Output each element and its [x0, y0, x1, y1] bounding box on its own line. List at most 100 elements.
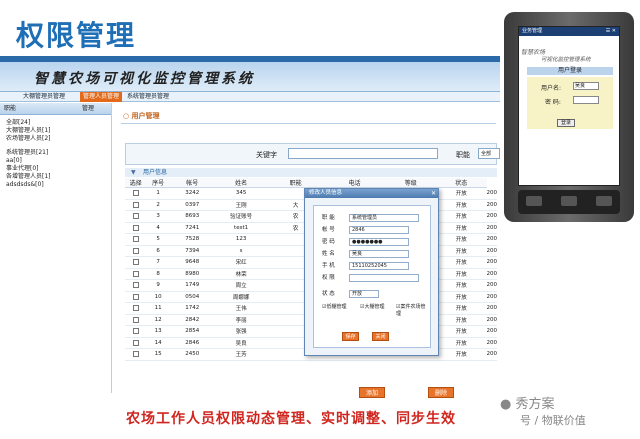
col-select: 选择: [125, 178, 147, 188]
row-checkbox[interactable]: [132, 259, 139, 265]
row-status: 开放: [435, 233, 487, 246]
section-header: ▼ 用户信息: [125, 168, 497, 177]
row-checkbox[interactable]: [132, 328, 139, 334]
row-name: 吴良: [214, 337, 268, 349]
row-index: 3: [146, 210, 170, 223]
row-index: 4: [146, 222, 170, 234]
role-field-select[interactable]: 系统管理员: [349, 214, 419, 222]
delete-button[interactable]: 删除: [428, 387, 454, 398]
name-field[interactable]: 吴良: [349, 250, 409, 258]
password-field[interactable]: ●●●●●●●: [349, 238, 409, 246]
row-checkbox[interactable]: [132, 270, 139, 277]
row-status: 开放: [435, 348, 487, 361]
permission-checkbox-2[interactable]: ☑大棚管理: [360, 304, 385, 311]
slide-caption: 农场工作人员权限动态管理、实时调整、同步生效: [126, 411, 456, 427]
dialog-title: 修改人员信息: [309, 190, 343, 196]
keyword-input[interactable]: [288, 148, 438, 159]
sidebar-item-adsdsds[interactable]: adsdsds&[0]: [0, 181, 111, 189]
sidebar-item-aa[interactable]: aa[0]: [0, 157, 111, 165]
row-name: s: [214, 245, 268, 257]
row-checkbox[interactable]: [132, 282, 139, 288]
row-checkbox-cell: [125, 233, 147, 246]
row-index: 14: [146, 337, 170, 349]
row-status: 开放: [435, 222, 487, 234]
menu-item-staff-manager[interactable]: 管理人员管理: [80, 92, 123, 102]
sidebar-item-all[interactable]: 全部[24]: [0, 119, 111, 127]
row-checkbox-cell: [125, 348, 147, 361]
sidebar-item-greenhouse[interactable]: 大棚管理人员[1]: [0, 127, 111, 135]
row-checkbox[interactable]: [132, 293, 139, 300]
phone-username-input[interactable]: 吴良: [573, 82, 599, 90]
menu-item-greenhouse-manager[interactable]: 大棚管理员管理: [20, 92, 68, 102]
banner-title: 智慧农场可视化监控管理系统: [34, 71, 255, 87]
permission-checkbox-3[interactable]: ☑案件农场管理: [396, 304, 430, 318]
watermark-line1: 秀方案: [515, 397, 555, 412]
phone-key-left[interactable]: [526, 196, 542, 206]
row-status: 开放: [435, 291, 487, 303]
row-checkbox[interactable]: [132, 339, 139, 346]
row-index: 5: [146, 233, 170, 246]
add-button[interactable]: 添加: [359, 387, 385, 398]
row-checkbox-cell: [125, 268, 147, 280]
sidebar-item-staff[interactable]: 各增管理人员[1]: [0, 173, 111, 181]
row-status: 开放: [435, 314, 487, 326]
row-checkbox[interactable]: [132, 351, 139, 357]
phone-key-center[interactable]: [561, 196, 577, 206]
dialog-titlebar: 修改人员信息 ✕: [305, 189, 438, 198]
row-name: 王芳: [214, 348, 268, 361]
permission-field[interactable]: [349, 274, 419, 282]
main-menu: 大棚管理员管理 管理人员管理 系统管理员管理: [0, 92, 500, 102]
collapse-icon[interactable]: ▼: [131, 168, 136, 177]
signal-icon: ☰ ✕: [605, 28, 616, 34]
row-extra: 200: [486, 302, 497, 315]
phone-login-button[interactable]: 登录: [557, 119, 575, 127]
sidebar-item-farm[interactable]: 农场管理人员[2]: [0, 135, 111, 143]
row-account: 3242: [169, 187, 215, 200]
row-account: 9648: [169, 256, 215, 269]
sidebar-item-agent[interactable]: 事业代理[0]: [0, 165, 111, 173]
row-status: 开放: [435, 302, 487, 315]
phone-field[interactable]: 15110252045: [349, 262, 409, 270]
row-index: 11: [146, 302, 170, 315]
sidebar-item-sysadmin[interactable]: 系统管理员[21]: [0, 149, 111, 157]
row-checkbox[interactable]: [132, 190, 139, 196]
sidebar-header-manage[interactable]: 管理: [82, 103, 94, 115]
phone-key-right[interactable]: [596, 196, 612, 206]
row-index: 8: [146, 268, 170, 280]
row-extra: 200: [486, 291, 497, 303]
row-checkbox[interactable]: [132, 236, 139, 242]
row-extra: 200: [486, 279, 497, 292]
row-name: 李丽: [214, 314, 268, 326]
row-extra: 200: [486, 337, 497, 349]
account-field[interactable]: 2846: [349, 226, 409, 234]
row-extra: 200: [486, 187, 497, 200]
role-field-label: 职 能: [322, 215, 335, 221]
row-extra: 200: [486, 245, 497, 257]
row-name: 王伟: [214, 302, 268, 315]
row-checkbox[interactable]: [132, 213, 139, 219]
row-checkbox-cell: [125, 325, 147, 338]
status-field-label: 状 态: [322, 291, 335, 297]
row-checkbox-cell: [125, 187, 147, 200]
row-extra: 200: [486, 325, 497, 338]
row-checkbox[interactable]: [132, 316, 139, 323]
row-name: 验证账号: [214, 210, 268, 223]
status-field-select[interactable]: 开放: [349, 290, 379, 298]
permission-checkbox-1[interactable]: ☑低棚管理: [322, 304, 347, 311]
row-checkbox[interactable]: [132, 224, 139, 231]
row-extra: 200: [486, 348, 497, 361]
row-checkbox[interactable]: [132, 247, 139, 254]
save-button[interactable]: 保存: [342, 332, 359, 341]
close-icon[interactable]: ✕: [431, 189, 436, 198]
row-checkbox-cell: [125, 279, 147, 292]
row-name: 周立: [214, 279, 268, 292]
role-filter-select[interactable]: 全部: [478, 148, 500, 159]
row-checkbox[interactable]: [132, 201, 139, 208]
close-button[interactable]: 关闭: [372, 332, 389, 341]
row-account: 1742: [169, 302, 215, 315]
row-checkbox[interactable]: [132, 305, 139, 311]
phone-password-input[interactable]: [573, 96, 599, 104]
menu-item-system-admin[interactable]: 系统管理员管理: [124, 92, 172, 102]
row-account: 0397: [169, 199, 215, 211]
account-field-label: 帐 号: [322, 227, 335, 233]
